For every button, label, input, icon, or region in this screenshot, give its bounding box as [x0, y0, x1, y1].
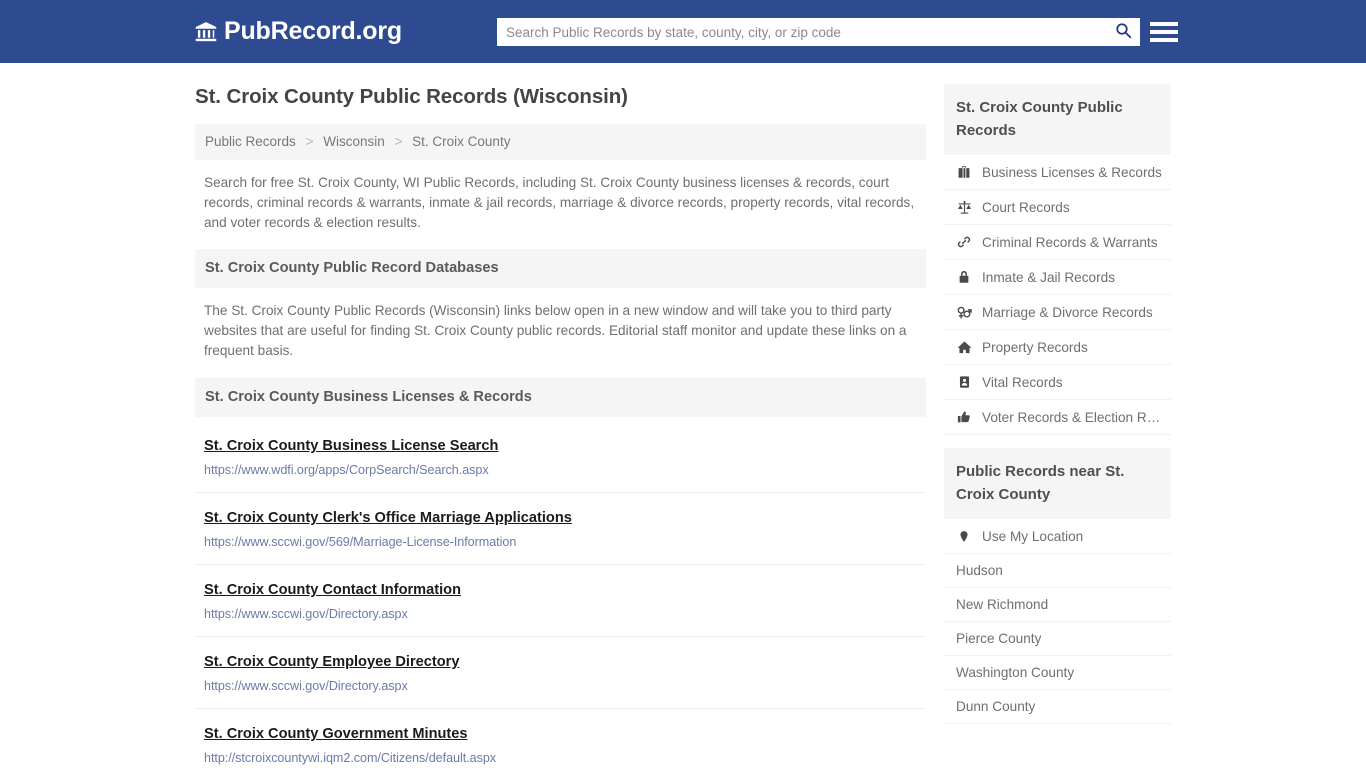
sidebar-item-inmate-jail-records[interactable]: Inmate & Jail Records [944, 260, 1171, 295]
sidebar-heading-records: St. Croix County Public Records [944, 84, 1171, 155]
search-icon [1115, 22, 1132, 42]
search-input[interactable] [497, 19, 1106, 45]
hamburger-menu-button[interactable] [1150, 18, 1178, 46]
list-item: St. Croix County Contact Information htt… [195, 565, 926, 637]
record-link-url[interactable]: http://stcroixcountywi.iqm2.com/Citizens… [204, 751, 926, 765]
search-button[interactable] [1106, 18, 1140, 46]
record-link-url[interactable]: https://www.wdfi.org/apps/CorpSearch/Sea… [204, 463, 926, 477]
hamburger-menu-icon [1150, 22, 1178, 26]
breadcrumb-separator: > [305, 134, 314, 149]
hamburger-menu-icon-bar [1150, 30, 1178, 34]
page-title: St. Croix County Public Records (Wiscons… [195, 85, 628, 108]
section-heading-databases: St. Croix County Public Record Databases [195, 249, 926, 289]
briefcase-icon [956, 164, 972, 180]
record-link-title[interactable]: St. Croix County Employee Directory [204, 654, 459, 670]
home-icon [956, 339, 972, 355]
site-logo-text: PubRecord.org [224, 17, 402, 45]
sidebar-item-label: Washington County [956, 665, 1075, 680]
sidebar-nearby-list: Use My Location Hudson New Richmond Pier… [944, 519, 1171, 724]
list-item: St. Croix County Clerk's Office Marriage… [195, 493, 926, 565]
breadcrumb-separator: > [394, 134, 403, 149]
sidebar-item-label: Business Licenses & Records [982, 164, 1162, 180]
list-item: St. Croix County Employee Directory http… [195, 637, 926, 709]
databases-description: The St. Croix County Public Records (Wis… [204, 303, 907, 358]
sidebar-panel-nearby: Public Records near St. Croix County Use… [944, 448, 1171, 724]
record-link-title[interactable]: St. Croix County Clerk's Office Marriage… [204, 510, 572, 526]
page-intro-text: Search for free St. Croix County, WI Pub… [204, 175, 915, 230]
sidebar-item-criminal-records[interactable]: Criminal Records & Warrants [944, 225, 1171, 260]
sidebar-item-label: Hudson [956, 563, 1003, 578]
sidebar-item-label: Vital Records [982, 374, 1063, 390]
breadcrumb-item-current: St. Croix County [412, 134, 511, 149]
breadcrumb-item-wisconsin[interactable]: Wisconsin [323, 134, 385, 149]
sidebar-item-label: Use My Location [982, 528, 1084, 544]
business-links-list: St. Croix County Business License Search… [195, 417, 926, 768]
main-content: St. Croix County Public Records (Wiscons… [195, 63, 926, 768]
site-logo-link[interactable]: PubRecord.org [195, 17, 402, 46]
balance-scale-icon [956, 199, 972, 215]
thumbs-up-icon [956, 409, 972, 425]
id-badge-icon [956, 374, 972, 390]
page-body: St. Croix County Public Records (Wiscons… [0, 63, 1366, 768]
sidebar-item-label: Voter Records & Election R… [982, 409, 1161, 425]
lock-icon [956, 269, 972, 285]
list-item: St. Croix County Business License Search… [195, 417, 926, 493]
sidebar-item-business-licenses[interactable]: Business Licenses & Records [944, 155, 1171, 190]
sidebar-item-use-my-location[interactable]: Use My Location [944, 519, 1171, 554]
sidebar-item-court-records[interactable]: Court Records [944, 190, 1171, 225]
site-header: PubRecord.org [0, 0, 1366, 63]
record-link-url[interactable]: https://www.sccwi.gov/569/Marriage-Licen… [204, 535, 926, 549]
sidebar-item-label: Dunn County [956, 699, 1036, 714]
record-link-url[interactable]: https://www.sccwi.gov/Directory.aspx [204, 679, 926, 693]
bank-icon [195, 21, 217, 43]
record-link-title[interactable]: St. Croix County Government Minutes [204, 726, 468, 742]
sidebar-item-pierce-county[interactable]: Pierce County [944, 622, 1171, 656]
sidebar-item-label: New Richmond [956, 597, 1049, 612]
search-bar [497, 18, 1140, 46]
sidebar-item-voter-records[interactable]: Voter Records & Election R… [944, 400, 1171, 435]
chain-link-icon [956, 234, 972, 250]
record-link-title[interactable]: St. Croix County Contact Information [204, 582, 461, 598]
record-link-url[interactable]: https://www.sccwi.gov/Directory.aspx [204, 607, 926, 621]
sidebar-item-label: Property Records [982, 339, 1088, 355]
sidebar-item-marriage-divorce-records[interactable]: Marriage & Divorce Records [944, 295, 1171, 330]
sidebar-item-vital-records[interactable]: Vital Records [944, 365, 1171, 400]
sidebar-item-label: Pierce County [956, 631, 1042, 646]
sidebar-panel-records: St. Croix County Public Records Business… [944, 84, 1171, 435]
sidebar: St. Croix County Public Records Business… [944, 63, 1171, 724]
list-item: St. Croix County Government Minutes http… [195, 709, 926, 768]
breadcrumb: Public Records > Wisconsin > St. Croix C… [195, 124, 926, 160]
sidebar-panel-divider [944, 435, 1171, 448]
sidebar-item-hudson[interactable]: Hudson [944, 554, 1171, 588]
sidebar-item-washington-county[interactable]: Washington County [944, 656, 1171, 690]
sidebar-item-label: Marriage & Divorce Records [982, 304, 1153, 320]
sidebar-item-label: Inmate & Jail Records [982, 269, 1115, 285]
sidebar-item-label: Court Records [982, 199, 1070, 215]
sidebar-item-new-richmond[interactable]: New Richmond [944, 588, 1171, 622]
sidebar-records-list: Business Licenses & Records Court Record… [944, 155, 1171, 435]
record-link-title[interactable]: St. Croix County Business License Search [204, 438, 498, 454]
sidebar-item-dunn-county[interactable]: Dunn County [944, 690, 1171, 724]
sidebar-heading-nearby: Public Records near St. Croix County [944, 448, 1171, 519]
sidebar-item-label: Criminal Records & Warrants [982, 234, 1158, 250]
hamburger-menu-icon-bar [1150, 38, 1178, 42]
map-marker-icon [956, 528, 972, 544]
section-heading-business-licenses: St. Croix County Business Licenses & Rec… [195, 377, 926, 417]
sidebar-item-property-records[interactable]: Property Records [944, 330, 1171, 365]
venus-mars-icon [956, 304, 972, 320]
breadcrumb-item-public-records[interactable]: Public Records [205, 134, 296, 149]
